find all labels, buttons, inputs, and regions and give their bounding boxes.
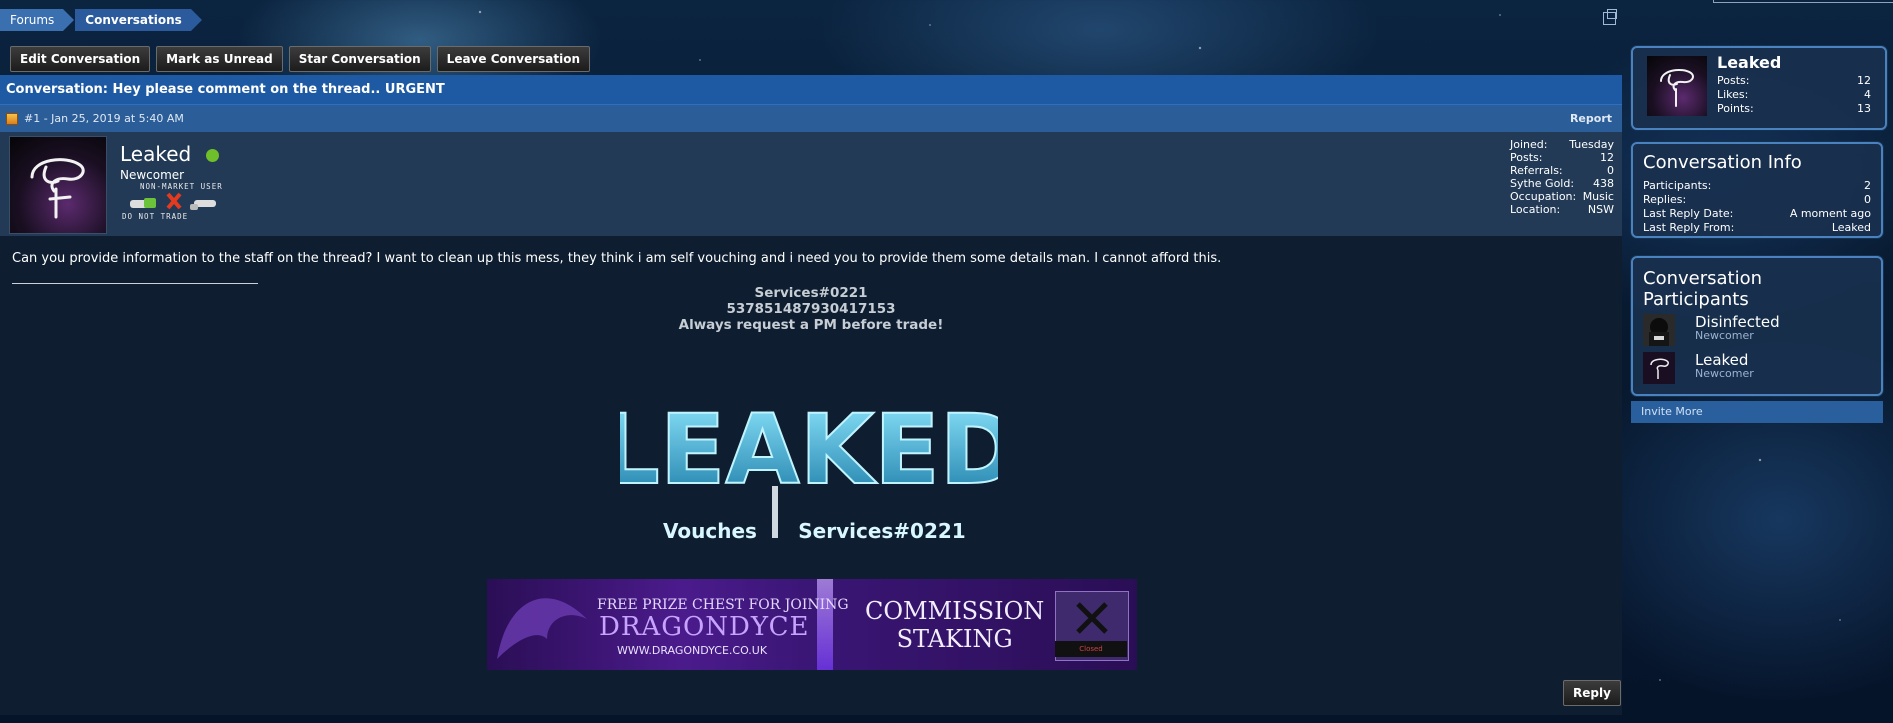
leaked-signature-logo: LEAKED Vouches Services#0221: [620, 393, 998, 543]
author-stats: Joined: Tuesday Posts: 12 Referrals: 0 Sythe G…: [1510, 138, 1614, 216]
conversation-main: Conversation: Hey please comment on the …: [0, 75, 1622, 715]
author-title: Newcomer: [120, 168, 185, 182]
participant-title: Newcomer: [1695, 367, 1754, 380]
author-stat-row: Referrals: 0: [1510, 164, 1614, 177]
breadcrumb-forums[interactable]: Forums: [0, 9, 75, 31]
avatar-logo-icon: [30, 158, 85, 219]
banner-url: WWW.DRAGONDYCE.CO.UK: [617, 644, 768, 657]
author-stat-row: Posts: 12: [1510, 151, 1614, 164]
posts-label: Posts:: [1717, 74, 1750, 87]
author-stat-value: Music: [1582, 190, 1614, 203]
signature-line-2: 537851487930417153: [726, 301, 896, 317]
conversation-info-heading: Conversation Info: [1643, 152, 1802, 173]
info-value[interactable]: Leaked: [1832, 221, 1871, 235]
dragon-icon: [497, 598, 587, 659]
author-stat-row: Location: NSW: [1510, 203, 1614, 216]
participants-card: Conversation Participants Disinfected Ne…: [1631, 256, 1883, 396]
info-row: Last Reply Date: A moment ago: [1643, 207, 1871, 221]
avatar[interactable]: [9, 136, 107, 234]
invite-more-link[interactable]: Invite More: [1631, 401, 1883, 423]
info-value: 0: [1864, 193, 1871, 206]
author-stat-value: 0: [1607, 164, 1614, 177]
message-meta[interactable]: #1 - Jan 25, 2019 at 5:40 AM: [24, 112, 184, 125]
closed-label: Closed: [1055, 641, 1127, 657]
points-count[interactable]: 13: [1857, 102, 1871, 116]
info-row: Participants: 2: [1643, 179, 1871, 193]
info-value: 2: [1864, 179, 1871, 192]
logo-wordmark: LEAKED: [620, 394, 998, 506]
report-link[interactable]: Report: [1570, 112, 1612, 125]
author-stat-value: Tuesday: [1569, 138, 1614, 151]
author-stat-label: Sythe Gold:: [1510, 177, 1575, 190]
author-stat-label: Occupation:: [1510, 190, 1577, 203]
star-conversation-button[interactable]: Star Conversation: [288, 46, 431, 72]
signature-line-3: Always request a PM before trade!: [678, 317, 944, 333]
likes-count[interactable]: 4: [1864, 88, 1871, 102]
info-label: Replies:: [1643, 193, 1687, 206]
participants-heading: Conversation Participants: [1643, 268, 1763, 310]
signature-text: Services#0221 537851487930417153 Always …: [0, 285, 1622, 333]
banner-staking: STAKING: [896, 625, 1013, 653]
signature-line-1: Services#0221: [754, 285, 868, 301]
info-row: Last Reply From: Leaked: [1643, 221, 1871, 235]
info-label: Participants:: [1643, 179, 1712, 192]
popout-icon[interactable]: [1603, 9, 1617, 25]
lightning-divider: [817, 579, 833, 670]
breadcrumb: Forums Conversations: [0, 9, 203, 31]
message-icon: [6, 112, 18, 125]
conversation-info-card: Conversation Info Participants: 2 Replies:…: [1631, 142, 1883, 238]
conversation-title: Conversation: Hey please comment on the …: [0, 75, 1622, 105]
breadcrumb-conversations[interactable]: Conversations: [75, 9, 202, 31]
logo-vouches: Vouches: [663, 519, 757, 543]
author-stat-row: Sythe Gold: 438: [1510, 177, 1614, 190]
info-value: A moment ago: [1789, 207, 1871, 220]
logo-services: Services#0221: [798, 519, 965, 543]
author-stat-row: Joined: Tuesday: [1510, 138, 1614, 151]
author-stat-value: 12: [1600, 151, 1614, 164]
participant-item[interactable]: Leaked Newcomer: [1643, 352, 1754, 384]
search-box-edge[interactable]: [1713, 0, 1893, 3]
sidebar-username[interactable]: Leaked: [1717, 53, 1781, 72]
participant-name[interactable]: Leaked: [1695, 352, 1754, 368]
online-status-icon: [206, 149, 219, 162]
user-banner-badge: NON-MARKET USER DO NOT TRADE: [122, 182, 236, 224]
conversation-actions: Edit Conversation Mark as Unread Star Co…: [10, 46, 591, 72]
message-body: Can you provide information to the staff…: [12, 251, 1222, 266]
points-label: Points:: [1717, 102, 1754, 115]
participant-name[interactable]: Disinfected: [1695, 314, 1780, 330]
leave-conversation-button[interactable]: Leave Conversation: [436, 46, 591, 72]
sidebar-avatar[interactable]: [1647, 56, 1707, 116]
author-stat-value: 438: [1593, 177, 1614, 190]
avatar-logo-icon: [1660, 68, 1694, 107]
message-header: #1 - Jan 25, 2019 at 5:40 AM Report: [0, 105, 1622, 132]
likes-label: Likes:: [1717, 88, 1749, 101]
info-label: Last Reply Date:: [1643, 207, 1734, 220]
banner-right-text: COMMISSION STAKING: [865, 597, 1044, 653]
participant-avatar[interactable]: [1643, 314, 1675, 346]
author-stat-value: NSW: [1587, 203, 1614, 216]
banner-free-text: FREE PRIZE CHEST FOR JOINING: [597, 597, 849, 613]
signature-divider: [12, 283, 258, 284]
banner-brand: DRAGONDYCE: [599, 612, 810, 642]
author-stat-label: Joined:: [1510, 138, 1548, 151]
participant-title: Newcomer: [1695, 329, 1754, 342]
author-name[interactable]: Leaked: [120, 142, 191, 166]
edit-conversation-button[interactable]: Edit Conversation: [10, 46, 151, 72]
mark-unread-button[interactable]: Mark as Unread: [156, 46, 283, 72]
banner-commission: COMMISSION: [865, 597, 1045, 625]
message-user-info: Leaked Newcomer NON-MARKET USER DO NOT T…: [0, 132, 1622, 236]
badge-bottom-text: DO NOT TRADE: [122, 212, 189, 221]
posts-count[interactable]: 12: [1857, 74, 1871, 88]
author-stat-row: Occupation: Music: [1510, 190, 1614, 203]
reply-button[interactable]: Reply: [1563, 680, 1621, 706]
info-label: Last Reply From:: [1643, 221, 1735, 234]
author-stat-label: Referrals:: [1510, 164, 1563, 177]
participant-item[interactable]: Disinfected Newcomer: [1643, 314, 1780, 346]
participant-avatar[interactable]: [1643, 352, 1675, 384]
info-row: Replies: 0: [1643, 193, 1871, 207]
sidebar-profile-card: Leaked Posts: 12 Likes: 4 Points: 13: [1631, 46, 1887, 130]
author-stat-label: Posts:: [1510, 151, 1543, 164]
dragondyce-banner[interactable]: FREE PRIZE CHEST FOR JOINING DRAGONDYCE …: [487, 579, 1137, 670]
author-stat-label: Location:: [1510, 203, 1561, 216]
